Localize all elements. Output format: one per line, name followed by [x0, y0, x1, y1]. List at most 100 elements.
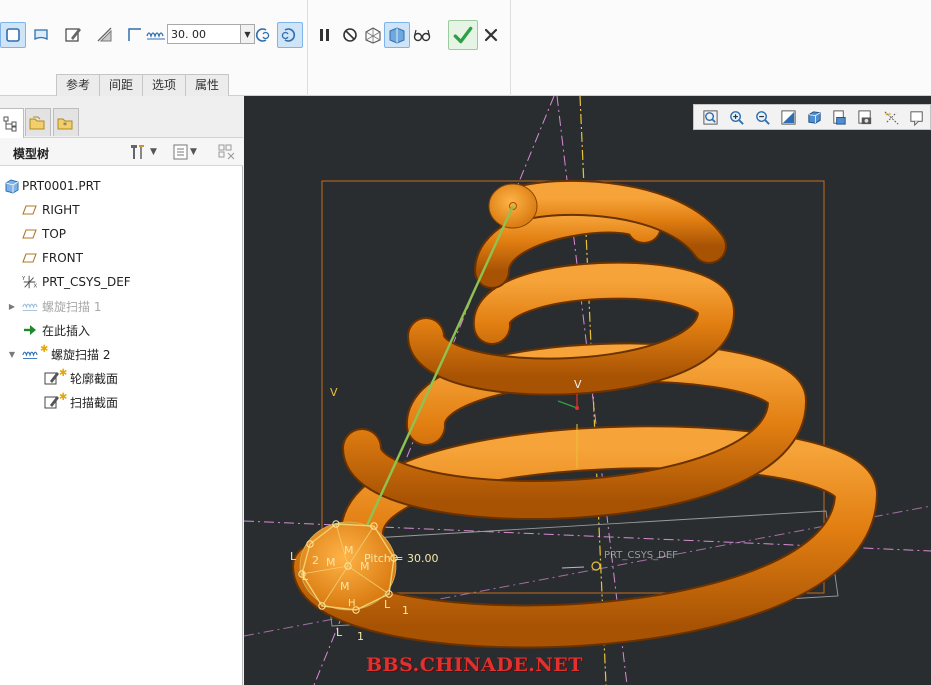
pitch-field-group: ▼: [145, 24, 255, 44]
sketch-icon: [44, 394, 60, 410]
navigator-tabs: *: [0, 96, 243, 138]
feature-preview-button[interactable]: [384, 22, 410, 48]
view-manager-button[interactable]: [853, 106, 879, 128]
dim-label: M: [344, 544, 354, 557]
datum-display-button[interactable]: **: [878, 106, 904, 128]
model-tree-title: 模型树: [13, 147, 50, 161]
csys-label: PRT_CSYS_DEF: [604, 550, 678, 561]
saved-views-icon: [833, 109, 846, 125]
view-manager-icon: [858, 109, 872, 124]
coil-3-face: [409, 263, 733, 394]
tree-item[interactable]: ▶ 螺旋扫描 1: [0, 294, 243, 318]
part-icon: [4, 178, 20, 194]
no-preview-icon: [343, 28, 357, 42]
list-icon: [173, 144, 188, 160]
small-axis-label: V: [574, 378, 582, 391]
tools-icon: [131, 145, 144, 159]
collapse-arrow-icon[interactable]: ▼: [7, 350, 17, 359]
pitch-dimension-label[interactable]: Pitch = 30.00: [364, 552, 438, 565]
dim-label: L: [302, 570, 309, 583]
datum-plane-icon: [22, 250, 38, 266]
ribbon-toolbar: ▼ 参考 间距 选项 属性: [0, 0, 931, 96]
tab-references[interactable]: 参考: [56, 74, 101, 96]
pause-button[interactable]: [312, 22, 338, 48]
tree-item[interactable]: ✱ 扫描截面: [0, 390, 243, 414]
cancel-button[interactable]: [478, 22, 504, 48]
annotation-display-button[interactable]: [904, 106, 930, 128]
model-scene[interactable]: Pitch = 30.00 PRT_CSYS_DEF V V L L 2 M M…: [244, 96, 931, 685]
solid-sweep-button[interactable]: [0, 22, 26, 48]
dim-label: 2: [312, 554, 319, 567]
surface-sweep-button[interactable]: [28, 22, 54, 48]
svg-text:Y: Y: [22, 276, 26, 282]
tree-item-label: 扫描截面: [70, 395, 119, 410]
tree-item[interactable]: Y X PRT_CSYS_DEF: [0, 270, 243, 294]
tree-item-label: 轮廓截面: [70, 371, 119, 386]
right-hand-helix-icon: [281, 28, 296, 42]
svg-text:**: **: [885, 111, 892, 119]
tree-item[interactable]: ▼ ✱ 螺旋扫描 2: [0, 342, 243, 366]
refit-button[interactable]: [698, 106, 724, 128]
tree-item-label: FRONT: [42, 251, 83, 265]
tree-item[interactable]: 在此插入: [0, 318, 243, 342]
attached-preview-button[interactable]: [360, 22, 386, 48]
dim-label: 1: [402, 604, 409, 617]
model-tree-header: 模型树 ▼ ▼: [0, 138, 243, 166]
saved-orientations-button[interactable]: [827, 106, 853, 128]
view-toolbar: **: [693, 104, 931, 130]
zoom-out-icon: [756, 110, 770, 125]
tree-item-label: TOP: [42, 227, 67, 241]
zoom-in-icon: [730, 110, 744, 125]
zoom-in-button[interactable]: [724, 106, 750, 128]
tree-item[interactable]: FRONT: [0, 246, 243, 270]
regenerate-star-icon: ✱: [59, 392, 68, 403]
svg-text:X: X: [34, 283, 38, 289]
dim-label: L: [384, 598, 391, 611]
tree-item-label: 螺旋扫描 2: [51, 347, 111, 362]
thicken-icon: [128, 28, 141, 41]
tab-favorites[interactable]: *: [53, 108, 79, 136]
insert-here-arrow-icon: [22, 322, 38, 338]
tree-filter-button[interactable]: [217, 143, 237, 161]
dashboard-tabs: 参考 间距 选项 属性: [56, 74, 230, 96]
tab-properties[interactable]: 属性: [185, 74, 230, 96]
zoom-out-button[interactable]: [750, 106, 776, 128]
glasses-icon: [413, 29, 431, 42]
left-hand-helix-icon: [255, 28, 270, 42]
tab-folder-browser[interactable]: [25, 108, 51, 136]
chevron-down-icon: ▼: [150, 147, 157, 157]
graphics-viewport[interactable]: Pitch = 30.00 PRT_CSYS_DEF V V L L 2 M M…: [244, 96, 931, 685]
display-style-button[interactable]: [801, 106, 827, 128]
tree-item[interactable]: ✱ 轮廓截面: [0, 366, 243, 390]
verify-preview-button[interactable]: [409, 22, 435, 48]
left-handed-button[interactable]: [248, 22, 274, 48]
tree-show-button[interactable]: ▼: [172, 143, 197, 161]
pitch-input[interactable]: [167, 24, 241, 44]
tree-item[interactable]: PRT0001.PRT: [0, 174, 243, 198]
dim-label: L: [336, 626, 343, 639]
chevron-down-icon: ▼: [190, 147, 197, 157]
tab-pitch[interactable]: 间距: [99, 74, 144, 96]
remove-material-button[interactable]: [92, 22, 118, 48]
dim-label: 1: [357, 630, 364, 643]
shaded-preview-icon: [389, 27, 405, 44]
tree-item-label: RIGHT: [42, 203, 80, 217]
model-tree-icon: [3, 116, 17, 131]
zoom-fit-icon: [703, 109, 718, 125]
confirm-button[interactable]: [448, 20, 478, 50]
pause-icon: [320, 29, 329, 41]
dim-label: H: [348, 598, 356, 609]
model-tree: PRT0001.PRT RIGHT TOP FRONT Y X PRT_CSYS_DEF ▶ 螺…: [0, 174, 243, 414]
tree-item[interactable]: TOP: [0, 222, 243, 246]
repaint-button[interactable]: [775, 106, 801, 128]
right-handed-button[interactable]: [277, 22, 303, 48]
tree-settings-button[interactable]: ▼: [128, 143, 157, 161]
expand-arrow-icon[interactable]: ▶: [7, 302, 17, 311]
close-icon: [484, 28, 498, 42]
tree-item[interactable]: RIGHT: [0, 198, 243, 222]
sketch-section-button[interactable]: [60, 22, 86, 48]
tab-options[interactable]: 选项: [142, 74, 187, 96]
annotation-icon: [910, 110, 923, 126]
tree-item-label: PRT_CSYS_DEF: [42, 275, 131, 289]
tab-model-tree[interactable]: [0, 108, 24, 138]
